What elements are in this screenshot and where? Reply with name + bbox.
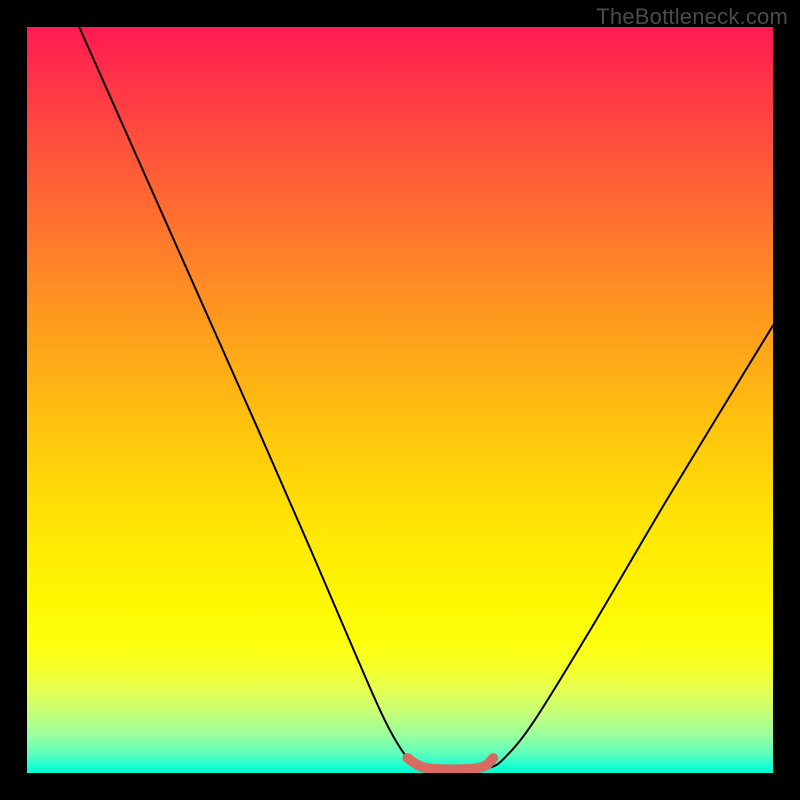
valley-highlight-path: [407, 758, 493, 769]
curve-svg: [27, 27, 773, 773]
plot-area: [27, 27, 773, 773]
chart-frame: TheBottleneck.com: [0, 0, 800, 800]
bottleneck-curve-path: [79, 27, 773, 769]
